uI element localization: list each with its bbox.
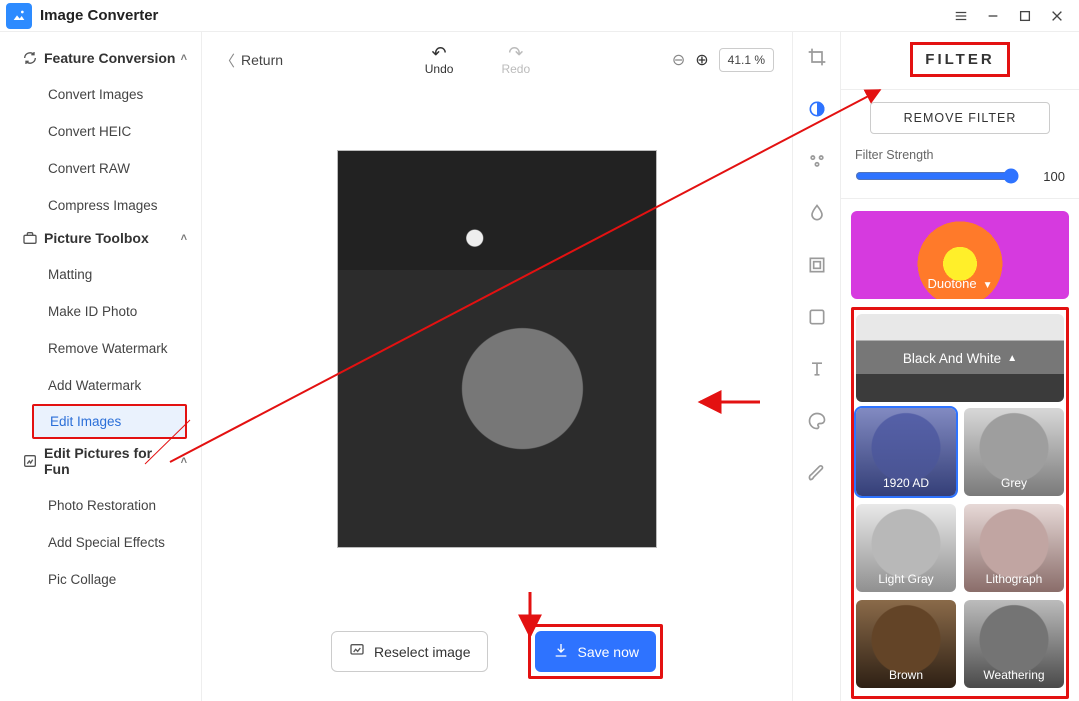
filter-preset-1920-ad[interactable]: 1920 AD xyxy=(856,408,956,496)
return-label: Return xyxy=(241,52,283,68)
window-close-button[interactable] xyxy=(1041,2,1073,30)
sidebar-item-add-special-effects[interactable]: Add Special Effects xyxy=(0,524,201,561)
toolbox-icon xyxy=(22,230,38,246)
preset-grid-highlight: Black And White ▲ 1920 AD Grey Light Gra… xyxy=(851,307,1069,699)
reselect-image-button[interactable]: Reselect image xyxy=(331,631,488,672)
sidebar-item-edit-images[interactable]: Edit Images xyxy=(32,404,187,439)
sidebar-section-feature-conversion[interactable]: Feature Conversion ˄ xyxy=(0,44,201,76)
section-title: Edit Pictures for Fun xyxy=(44,445,181,477)
filter-strength-slider[interactable] xyxy=(855,168,1019,184)
sidebar-section-picture-toolbox[interactable]: Picture Toolbox ˄ xyxy=(0,224,201,256)
chevron-down-icon: ▼ xyxy=(983,280,993,291)
section-title: Picture Toolbox xyxy=(44,230,149,246)
chevron-up-icon: ˄ xyxy=(181,455,187,467)
sparkle-icon xyxy=(22,453,38,469)
window-minimize-button[interactable] xyxy=(977,2,1009,30)
filter-preset-light-gray[interactable]: Light Gray xyxy=(856,504,956,592)
preset-label: Grey xyxy=(1001,476,1027,490)
canvas-area[interactable] xyxy=(202,88,792,610)
filter-preset-brown[interactable]: Brown xyxy=(856,600,956,688)
chevron-up-icon: ˄ xyxy=(181,52,187,64)
filter-strength-label: Filter Strength xyxy=(851,148,1069,168)
image-icon xyxy=(348,642,366,661)
chevron-left-icon: 〈 xyxy=(220,50,235,71)
section-title: Feature Conversion xyxy=(44,50,175,66)
zoom-out-button[interactable]: ⊖ xyxy=(672,50,685,70)
sidebar-item-add-watermark[interactable]: Add Watermark xyxy=(0,367,201,404)
filter-title-highlight: FILTER xyxy=(851,32,1069,85)
frame-outline-tool[interactable] xyxy=(806,306,828,328)
frame-square-tool[interactable] xyxy=(806,254,828,276)
sidebar-item-convert-raw[interactable]: Convert RAW xyxy=(0,150,201,187)
filter-strength-value: 100 xyxy=(1033,169,1065,184)
chevron-up-icon: ▲ xyxy=(1007,353,1017,364)
palette-tool[interactable] xyxy=(806,410,828,432)
save-label: Save now xyxy=(578,644,639,660)
reselect-label: Reselect image xyxy=(374,644,471,660)
filter-preset-grey[interactable]: Grey xyxy=(964,408,1064,496)
sidebar-section-edit-pictures-for-fun[interactable]: Edit Pictures for Fun ˄ xyxy=(0,439,201,487)
preset-label: 1920 AD xyxy=(883,476,929,490)
undo-label: Undo xyxy=(425,62,454,76)
canvas-image[interactable] xyxy=(337,150,657,548)
color-tool[interactable] xyxy=(806,98,828,120)
filter-category-duotone[interactable]: Duotone ▼ xyxy=(851,211,1069,299)
sidebar-item-convert-images[interactable]: Convert Images xyxy=(0,76,201,113)
redo-icon: ↷ xyxy=(508,44,523,62)
brush-tool[interactable] xyxy=(806,462,828,484)
filter-panel-title: FILTER xyxy=(910,42,1009,77)
window-maximize-button[interactable] xyxy=(1009,2,1041,30)
sidebar-item-compress-images[interactable]: Compress Images xyxy=(0,187,201,224)
zoom-value[interactable]: 41.1 % xyxy=(719,48,774,72)
sidebar-item-pic-collage[interactable]: Pic Collage xyxy=(0,561,201,598)
save-button-highlight: Save now xyxy=(528,624,663,679)
adjust-tool[interactable] xyxy=(806,150,828,172)
undo-icon: ↶ xyxy=(432,44,447,62)
download-icon xyxy=(552,642,570,661)
sidebar-item-convert-heic[interactable]: Convert HEIC xyxy=(0,113,201,150)
hamburger-menu-button[interactable] xyxy=(945,2,977,30)
sync-icon xyxy=(22,50,38,66)
redo-button[interactable]: ↷ Redo xyxy=(501,44,530,76)
filter-preset-weathering[interactable]: Weathering xyxy=(964,600,1064,688)
workspace: 〈 Return ↶ Undo ↷ Redo ⊖ ⊕ 41.1 % xyxy=(202,32,793,701)
toolstrip xyxy=(793,32,841,701)
text-tool[interactable] xyxy=(806,358,828,380)
workspace-toolbar: 〈 Return ↶ Undo ↷ Redo ⊖ ⊕ 41.1 % xyxy=(202,32,792,88)
workspace-buttons: Reselect image Save now xyxy=(202,610,792,701)
sidebar-item-photo-restoration[interactable]: Photo Restoration xyxy=(0,487,201,524)
chevron-up-icon: ˄ xyxy=(181,232,187,244)
preset-label: Light Gray xyxy=(878,572,933,586)
sidebar-item-matting[interactable]: Matting xyxy=(0,256,201,293)
category-label: Duotone xyxy=(927,276,976,291)
redo-label: Redo xyxy=(501,62,530,76)
filter-panel: FILTER REMOVE FILTER Filter Strength 100… xyxy=(841,32,1079,701)
preset-label: Brown xyxy=(889,668,923,682)
app-logo xyxy=(6,3,32,29)
return-button[interactable]: 〈 Return xyxy=(220,50,283,71)
blur-tool[interactable] xyxy=(806,202,828,224)
sidebar: Feature Conversion ˄ Convert Images Conv… xyxy=(0,32,202,701)
filter-preset-lithograph[interactable]: Lithograph xyxy=(964,504,1064,592)
titlebar: Image Converter xyxy=(0,0,1079,32)
remove-filter-button[interactable]: REMOVE FILTER xyxy=(870,102,1050,134)
filter-category-black-and-white[interactable]: Black And White ▲ xyxy=(856,314,1064,402)
app-title: Image Converter xyxy=(40,7,158,24)
category-label: Black And White xyxy=(903,351,1001,366)
zoom-in-button[interactable]: ⊕ xyxy=(695,50,708,70)
sidebar-item-make-id-photo[interactable]: Make ID Photo xyxy=(0,293,201,330)
crop-tool[interactable] xyxy=(806,46,828,68)
sidebar-item-remove-watermark[interactable]: Remove Watermark xyxy=(0,330,201,367)
undo-button[interactable]: ↶ Undo xyxy=(425,44,454,76)
preset-label: Weathering xyxy=(983,668,1044,682)
preset-label: Lithograph xyxy=(986,572,1043,586)
save-now-button[interactable]: Save now xyxy=(535,631,656,672)
